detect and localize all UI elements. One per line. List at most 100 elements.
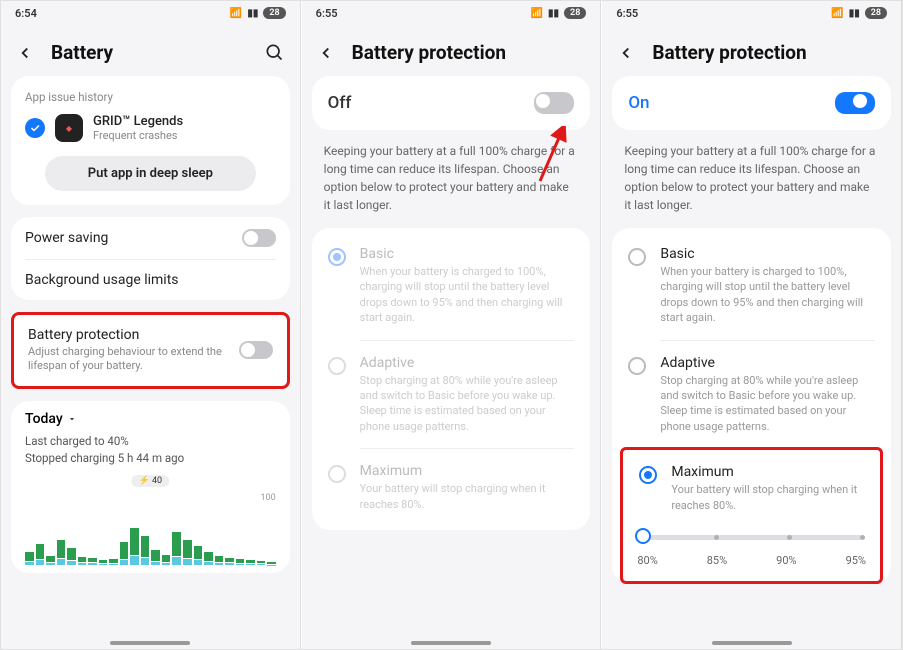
option-adaptive[interactable]: Adaptive Stop charging at 80% while you'… (612, 341, 891, 449)
last-charged: Last charged to 40% (25, 433, 276, 450)
status-time: 6:55 (316, 7, 338, 20)
option-basic[interactable]: Basic When your battery is charged to 10… (612, 232, 891, 340)
nav-handle[interactable] (712, 641, 792, 645)
status-bar: 6:54 📶 ▮▮ 28 (1, 1, 300, 25)
radio-maximum[interactable] (639, 466, 657, 484)
header: Battery (1, 25, 300, 76)
basic-title: Basic (660, 246, 875, 262)
status-indicators: 📶 ▮▮ 28 (230, 7, 286, 19)
battery-protection-card: Battery protection Adjust charging behav… (11, 312, 290, 389)
status-time: 6:55 (616, 7, 638, 20)
max-desc: Your battery will stop charging when it … (671, 482, 864, 513)
option-basic[interactable]: Basic When your battery is charged to 10… (312, 232, 591, 340)
power-saving-toggle[interactable] (242, 229, 276, 247)
slider-track[interactable] (641, 535, 862, 540)
power-saving-row[interactable]: Power saving (11, 217, 290, 259)
page-title: Battery (51, 41, 248, 64)
bp-toggle[interactable] (239, 341, 273, 359)
today-dropdown[interactable]: Today (11, 401, 290, 433)
app-issue-label: App issue history (25, 90, 276, 104)
slider-tick (714, 535, 719, 540)
screen-bp-on: 6:55 📶 ▮▮ 28 Battery protection On Keepi… (602, 1, 902, 649)
bg-limits-row[interactable]: Background usage limits (11, 260, 290, 300)
max-title: Maximum (671, 464, 864, 480)
slider-labels: 80% 85% 90% 95% (637, 550, 866, 567)
status-time: 6:54 (15, 7, 37, 20)
master-toggle-row[interactable]: On (612, 76, 891, 130)
header: Battery protection (302, 25, 601, 76)
status-indicators: 📶 ▮▮ 28 (831, 7, 887, 19)
radio-adaptive[interactable] (328, 357, 346, 375)
slider-tick (860, 535, 865, 540)
adaptive-title: Adaptive (660, 355, 875, 371)
basic-desc: When your battery is charged to 100%, ch… (660, 264, 875, 326)
basic-title: Basic (360, 246, 575, 262)
app-issue-card: App issue history ◆ GRID™ Legends Freque… (11, 76, 290, 205)
options-card: Basic When your battery is charged to 10… (612, 228, 891, 584)
power-saving-label: Power saving (25, 230, 108, 246)
bp-description: Keeping your battery at a full 100% char… (302, 142, 601, 228)
option-adaptive[interactable]: Adaptive Stop charging at 80% while you'… (312, 341, 591, 449)
battery-pill: 28 (865, 7, 887, 19)
maximum-highlight-box: Maximum Your battery will stop charging … (620, 447, 883, 584)
signal-icon: ▮▮ (548, 8, 559, 19)
master-toggle-label: Off (328, 93, 352, 113)
today-label: Today (25, 411, 63, 427)
slider-label-80: 80% (637, 554, 657, 567)
radio-adaptive[interactable] (628, 357, 646, 375)
back-button[interactable] (316, 43, 336, 63)
basic-desc: When your battery is charged to 100%, ch… (360, 264, 575, 326)
max-slider[interactable]: 80% 85% 90% 95% (623, 517, 880, 581)
back-button[interactable] (15, 43, 35, 63)
radio-basic[interactable] (628, 248, 646, 266)
max-title: Maximum (360, 463, 575, 479)
screen-battery: 6:54 📶 ▮▮ 28 Battery App issue history ◆… (1, 1, 301, 649)
adaptive-desc: Stop charging at 80% while you're asleep… (660, 373, 875, 435)
status-bar: 6:55 📶 ▮▮ 28 (302, 1, 601, 25)
app-issue-row[interactable]: ◆ GRID™ Legends Frequent crashes (25, 114, 276, 142)
nav-handle[interactable] (411, 641, 491, 645)
radio-basic[interactable] (328, 248, 346, 266)
slider-label-85: 85% (707, 554, 727, 567)
master-toggle-label: On (628, 93, 649, 113)
slider-label-90: 90% (776, 554, 796, 567)
master-toggle[interactable] (835, 92, 875, 114)
radio-maximum[interactable] (328, 465, 346, 483)
master-toggle-row[interactable]: Off (312, 76, 591, 130)
bp-title: Battery protection (28, 327, 231, 343)
search-icon[interactable] (264, 42, 286, 64)
chart-bars (25, 500, 276, 565)
header: Battery protection (602, 25, 901, 76)
back-button[interactable] (616, 43, 636, 63)
bp-sub: Adjust charging behaviour to extend the … (28, 345, 231, 374)
charge-tag: ⚡ 40 (132, 475, 170, 487)
master-toggle[interactable] (534, 92, 574, 114)
nav-handle[interactable] (110, 641, 190, 645)
status-indicators: 📶 ▮▮ 28 (531, 7, 587, 19)
slider-handle[interactable] (635, 528, 651, 544)
option-maximum[interactable]: Maximum Your battery will stop charging … (623, 450, 880, 517)
stopped-charging: Stopped charging 5 h 44 m ago (25, 450, 276, 467)
battery-pill: 28 (564, 7, 586, 19)
options-card: Basic When your battery is charged to 10… (312, 228, 591, 530)
app-icon: ◆ (55, 114, 83, 142)
slider-tick (787, 535, 792, 540)
deep-sleep-button[interactable]: Put app in deep sleep (45, 156, 256, 191)
check-icon (25, 118, 45, 138)
today-card: Today Last charged to 40% Stopped chargi… (11, 401, 290, 574)
today-stats: Last charged to 40% Stopped charging 5 h… (11, 433, 290, 476)
wifi-icon: 📶 (230, 8, 242, 19)
slider-label-95: 95% (846, 554, 866, 567)
screen-bp-off: 6:55 📶 ▮▮ 28 Battery protection Off Keep… (302, 1, 602, 649)
page-title: Battery protection (652, 41, 887, 64)
chevron-down-icon (67, 414, 77, 424)
app-name: GRID™ Legends (93, 114, 183, 129)
option-maximum[interactable]: Maximum Your battery will stop charging … (312, 449, 591, 526)
signal-icon: ▮▮ (849, 8, 860, 19)
usage-chart[interactable]: ⚡ 40 100 (11, 475, 290, 565)
signal-icon: ▮▮ (247, 8, 258, 19)
status-bar: 6:55 📶 ▮▮ 28 (602, 1, 901, 25)
bg-limits-label: Background usage limits (25, 272, 179, 288)
battery-protection-row[interactable]: Battery protection Adjust charging behav… (14, 315, 287, 386)
wifi-icon: 📶 (531, 8, 543, 19)
